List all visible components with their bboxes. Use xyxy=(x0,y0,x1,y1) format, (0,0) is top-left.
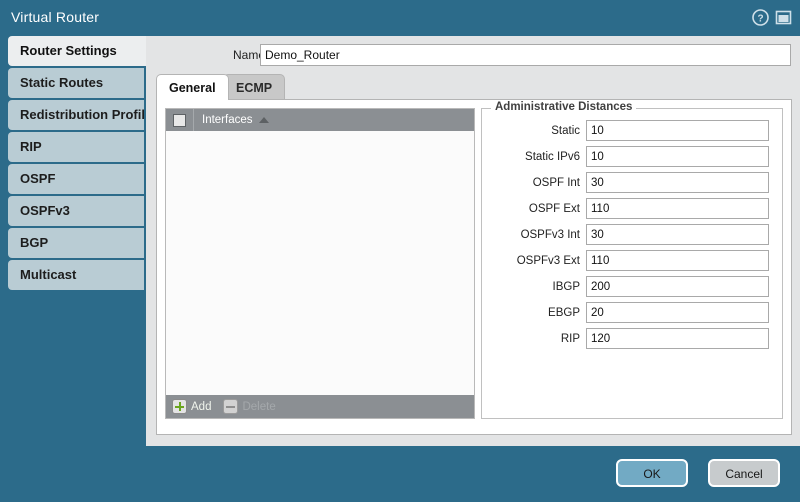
delete-button: Delete xyxy=(223,399,276,414)
admin-distance-row: OSPF Ext xyxy=(482,196,782,221)
sort-ascending-icon[interactable] xyxy=(258,117,269,123)
name-row: Name xyxy=(146,44,800,68)
admin-distance-row: RIP xyxy=(482,326,782,351)
admin-distance-label: RIP xyxy=(560,332,580,345)
admin-distance-row: EBGP xyxy=(482,300,782,325)
tab-general[interactable]: General xyxy=(156,74,229,100)
titlebar-icon-group: ? xyxy=(752,9,792,26)
interfaces-table-header: Interfaces xyxy=(166,109,474,131)
admin-distance-label: OSPFv3 Int xyxy=(520,228,580,241)
admin-distance-input[interactable] xyxy=(586,198,769,219)
interfaces-column-label: Interfaces xyxy=(202,114,253,126)
interfaces-toolbar: Add Delete xyxy=(166,395,474,418)
sidebar-nav: Router Settings Static Routes Redistributi… xyxy=(0,36,152,454)
svg-text:?: ? xyxy=(757,13,763,24)
sidebar-item-label: Static Routes xyxy=(20,75,104,90)
name-label: Name xyxy=(232,48,265,62)
admin-distance-input[interactable] xyxy=(586,276,769,297)
content-panel: Name General ECMP Interfaces xyxy=(146,36,800,446)
sidebar-item-label: BGP xyxy=(20,235,49,250)
admin-distance-row: OSPF Int xyxy=(482,170,782,195)
tab-ecmp[interactable]: ECMP xyxy=(223,74,286,100)
admin-distance-input[interactable] xyxy=(586,302,769,323)
sidebar-item-router-settings[interactable]: Router Settings xyxy=(8,36,152,66)
name-input[interactable] xyxy=(260,44,791,66)
admin-distance-row: OSPFv3 Ext xyxy=(482,248,782,273)
sidebar-item-label: OSPF xyxy=(20,171,56,186)
admin-distance-label: IBGP xyxy=(552,280,580,293)
sidebar-item-rip[interactable]: RIP xyxy=(8,132,144,162)
cancel-button[interactable]: Cancel xyxy=(708,459,780,487)
sidebar-item-ospf[interactable]: OSPF xyxy=(8,164,144,194)
dialog-footer: OK Cancel xyxy=(0,446,800,502)
sidebar-item-redistribution-profile[interactable]: Redistribution Profile xyxy=(8,100,144,130)
header-divider xyxy=(193,109,194,131)
admin-distance-input[interactable] xyxy=(586,120,769,141)
admin-distance-input[interactable] xyxy=(586,250,769,271)
admin-distance-label: Static xyxy=(551,124,580,137)
virtual-router-dialog: Virtual Router ? Router Settings Static R… xyxy=(0,0,800,502)
interfaces-table-body[interactable] xyxy=(166,131,474,395)
administrative-distances-rows: Static Static IPv6 OSPF Int OSPF Ext OSPFv3 … xyxy=(482,118,782,351)
admin-distance-row: OSPFv3 Int xyxy=(482,222,782,247)
admin-distance-row: IBGP xyxy=(482,274,782,299)
sidebar-item-label: RIP xyxy=(20,139,42,154)
admin-distance-label: Static IPv6 xyxy=(525,150,580,163)
plus-icon xyxy=(172,399,187,414)
sidebar-item-static-routes[interactable]: Static Routes xyxy=(8,68,144,98)
admin-distance-label: OSPF Int xyxy=(532,176,580,189)
admin-distance-label: OSPFv3 Ext xyxy=(516,254,580,267)
ok-button[interactable]: OK xyxy=(616,459,688,487)
admin-distance-label: EBGP xyxy=(548,306,580,319)
admin-distance-label: OSPF Ext xyxy=(528,202,580,215)
admin-distance-input[interactable] xyxy=(586,328,769,349)
dialog-titlebar: Virtual Router ? xyxy=(0,0,800,36)
sidebar-item-ospfv3[interactable]: OSPFv3 xyxy=(8,196,144,226)
administrative-distances-fieldset: Administrative Distances Static Static IP… xyxy=(481,101,783,419)
add-button-label: Add xyxy=(191,400,212,413)
interfaces-panel: Interfaces Add Delete xyxy=(165,108,475,419)
sidebar-item-label: Multicast xyxy=(20,267,77,282)
sidebar-item-label: Redistribution Profile xyxy=(20,107,144,122)
administrative-distances-legend: Administrative Distances xyxy=(491,101,637,113)
select-all-checkbox[interactable] xyxy=(173,113,186,127)
tabstrip: General ECMP xyxy=(156,74,794,100)
tab-panel-general: Interfaces Add Delete Administrative Dis… xyxy=(156,99,792,435)
admin-distance-input[interactable] xyxy=(586,224,769,245)
dialog-title: Virtual Router xyxy=(11,9,100,25)
sidebar-item-bgp[interactable]: BGP xyxy=(8,228,144,258)
help-circle-icon[interactable]: ? xyxy=(752,9,769,26)
add-button[interactable]: Add xyxy=(172,399,211,414)
sidebar-item-label: OSPFv3 xyxy=(20,203,70,218)
admin-distance-input[interactable] xyxy=(586,146,769,167)
delete-button-label: Delete xyxy=(242,400,276,413)
admin-distance-input[interactable] xyxy=(586,172,769,193)
admin-distance-row: Static IPv6 xyxy=(482,144,782,169)
admin-distance-row: Static xyxy=(482,118,782,143)
sidebar-item-label: Router Settings xyxy=(20,43,117,58)
sidebar-item-multicast[interactable]: Multicast xyxy=(8,260,144,290)
minus-icon xyxy=(223,399,239,414)
window-restore-icon[interactable] xyxy=(775,9,792,26)
